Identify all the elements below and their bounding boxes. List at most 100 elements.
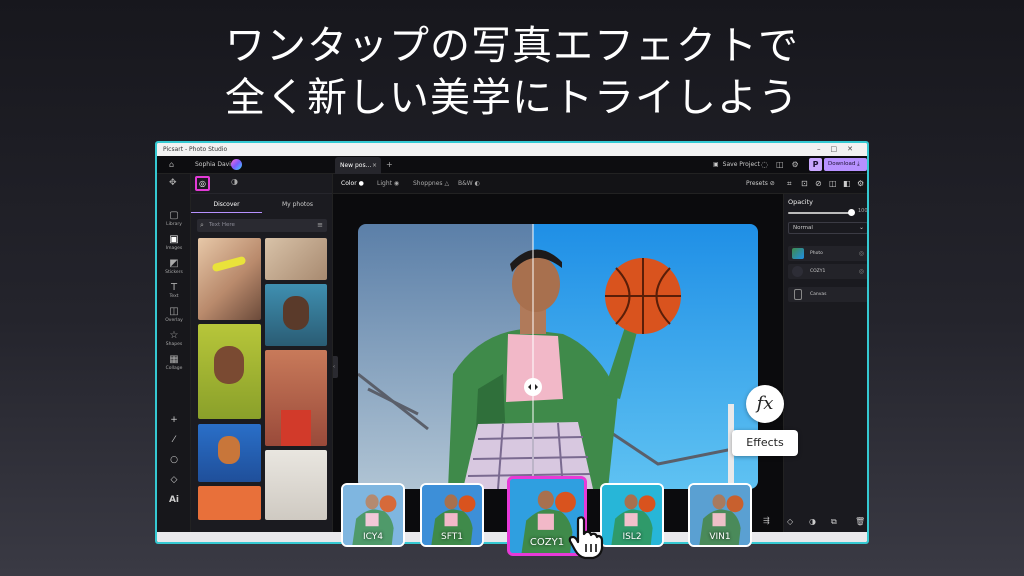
blend-mode-value: Normal bbox=[793, 225, 813, 231]
hand-pointer-icon bbox=[568, 516, 604, 560]
save-icon: ▣ bbox=[713, 161, 719, 168]
tab-discover[interactable]: Discover bbox=[191, 198, 262, 213]
headline-line-1: ワンタップの写真エフェクトで bbox=[225, 23, 799, 69]
option-bw[interactable]: B&W ◐ bbox=[458, 174, 480, 194]
layer-row-canvas[interactable]: Canvas bbox=[788, 287, 867, 302]
search-input[interactable]: ⌕ Text Here ≡ bbox=[197, 219, 327, 232]
window-controls[interactable]: –□✕ bbox=[817, 143, 863, 156]
trash-icon[interactable]: 🗑 bbox=[855, 512, 865, 532]
opacity-slider[interactable] bbox=[788, 212, 852, 214]
user-name: Sophia Davis bbox=[195, 161, 234, 168]
filter-icon[interactable]: ≡ bbox=[317, 219, 323, 232]
ai-images-button[interactable]: ◎ bbox=[195, 176, 210, 191]
effect-name: ISL2 bbox=[622, 532, 642, 542]
rail-tools: + ⁄ ○ ◇ Ai bbox=[157, 410, 191, 510]
rail-item-library[interactable]: ▢ Library bbox=[157, 210, 191, 228]
shape-tool-icon[interactable]: ○ bbox=[157, 450, 191, 470]
layer-label: Canvas bbox=[810, 292, 827, 297]
presets-button[interactable]: Presets ⊘ bbox=[746, 174, 775, 194]
layer-row-effect[interactable]: COZY1 ◎ bbox=[788, 264, 867, 279]
search-icon: ⌕ bbox=[200, 221, 204, 229]
duplicate-icon[interactable]: ◑ bbox=[809, 512, 816, 532]
collapse-panel-handle[interactable]: ‹ bbox=[333, 356, 338, 378]
stock-images-icon[interactable]: ◑ bbox=[231, 177, 238, 186]
option-label: Shoppnes bbox=[413, 180, 443, 187]
effect-thumbnail-isl2[interactable]: ISL2 bbox=[600, 483, 664, 547]
avatar[interactable] bbox=[231, 159, 242, 170]
rail-item-label: Overlay bbox=[165, 318, 183, 323]
brush-icon[interactable]: ⁄ bbox=[157, 430, 191, 450]
effect-thumbnail-icy4[interactable]: ICY4 bbox=[341, 483, 405, 547]
light-icon: ◉ bbox=[393, 180, 400, 187]
layer-label: Photo bbox=[810, 251, 823, 256]
library-thumbnail[interactable] bbox=[265, 238, 327, 280]
crop-icon[interactable]: ⌗ bbox=[787, 174, 792, 194]
library-thumbnail[interactable] bbox=[265, 284, 327, 346]
ai-tool-button[interactable]: Ai bbox=[157, 490, 191, 510]
settings-icon[interactable]: ⚙ bbox=[792, 160, 807, 169]
star-icon: ☆ bbox=[169, 330, 179, 341]
help-icon[interactable]: ◌ bbox=[761, 160, 776, 169]
library-thumbnail[interactable] bbox=[198, 324, 261, 419]
library-thumbnail[interactable] bbox=[198, 486, 261, 520]
adjust-icon[interactable]: ◧ bbox=[843, 174, 851, 194]
close-icon[interactable]: × bbox=[372, 157, 377, 174]
chat-icon[interactable]: ◫ bbox=[776, 160, 792, 169]
library-thumbnail[interactable] bbox=[198, 424, 261, 482]
window-titlebar: Picsart - Photo Studio –□✕ bbox=[157, 143, 867, 156]
blend-mode-select[interactable]: Normal ⌄ bbox=[788, 222, 867, 234]
option-color[interactable]: Color ● bbox=[341, 174, 364, 194]
rail-item-text[interactable]: T Text bbox=[157, 282, 191, 300]
option-shoppnes[interactable]: Shoppnes △ bbox=[413, 174, 449, 194]
library-thumbnail[interactable] bbox=[265, 350, 327, 446]
effect-thumbnail-sft1[interactable]: SFT1 bbox=[420, 483, 484, 547]
presets-label: Presets bbox=[746, 180, 768, 187]
opacity-slider-handle[interactable] bbox=[848, 209, 855, 216]
home-icon[interactable]: ⌂ bbox=[169, 156, 174, 174]
option-light[interactable]: Light ◉ bbox=[377, 174, 399, 194]
eye-icon[interactable]: ◎ bbox=[859, 246, 864, 261]
layer-row-photo[interactable]: Photo ◎ bbox=[788, 246, 867, 261]
save-project-button[interactable]: ▣ Save Project bbox=[713, 156, 760, 174]
rail-item-shapes[interactable]: ☆ Shapes bbox=[157, 330, 191, 348]
effects-button[interactable]: fx bbox=[746, 385, 784, 423]
presets-icon: ⊘ bbox=[769, 180, 775, 187]
copy-icon[interactable]: ⧉ bbox=[831, 512, 837, 532]
library-thumbnail[interactable] bbox=[198, 238, 261, 320]
library-panel: ◎ ◑ Discover My photos ⌕ Text Here ≡ bbox=[191, 174, 333, 542]
canvas-photo[interactable] bbox=[358, 224, 758, 489]
eraser-icon[interactable]: ◇ bbox=[157, 470, 191, 490]
more-icon[interactable]: ⚙ bbox=[857, 174, 864, 194]
tool-rail: ✥ ▢ Library ▣ Images ◩ Stickers T Text ◫… bbox=[157, 174, 191, 542]
headline-line-2: 全く新しい美学にトライしよう bbox=[225, 75, 799, 121]
option-label: B&W bbox=[458, 180, 473, 187]
search-placeholder: Text Here bbox=[209, 222, 235, 228]
rail-item-images[interactable]: ▣ Images bbox=[157, 234, 191, 252]
properties-toolbar: ⌗ ⊡ ⊘ ◫ ◧ ⚙ bbox=[783, 174, 867, 194]
flip-icon[interactable]: ⊘ bbox=[815, 174, 822, 194]
move-icon[interactable]: ✥ bbox=[169, 178, 177, 188]
rail-item-stickers[interactable]: ◩ Stickers bbox=[157, 258, 191, 276]
rail-item-overlay[interactable]: ◫ Overlay bbox=[157, 306, 191, 324]
layers-toggle-icon[interactable]: ⇶ bbox=[763, 516, 770, 525]
eye-icon[interactable]: ◎ bbox=[859, 264, 864, 279]
tab-my-photos[interactable]: My photos bbox=[262, 198, 333, 212]
layer-thumbnail bbox=[792, 248, 804, 259]
rail-item-collage[interactable]: ▦ Collage bbox=[157, 354, 191, 372]
transform-icon[interactable]: ⊡ bbox=[801, 174, 808, 194]
library-thumbnail[interactable] bbox=[265, 450, 327, 520]
rotate-icon[interactable]: ◫ bbox=[829, 174, 837, 194]
add-icon[interactable]: + bbox=[157, 410, 191, 430]
rail-item-label: Shapes bbox=[165, 342, 183, 347]
download-button[interactable]: Download ⤓ bbox=[824, 158, 867, 171]
effect-thumbnail-vin1[interactable]: VIN1 bbox=[688, 483, 752, 547]
folder-icon: ▢ bbox=[169, 210, 179, 221]
erase-icon[interactable]: ◇ bbox=[787, 512, 793, 532]
rail-item-label: Images bbox=[165, 246, 183, 251]
text-icon: T bbox=[170, 282, 178, 293]
plan-badge[interactable]: P bbox=[809, 158, 822, 171]
tab-new-post[interactable]: New pos... × bbox=[335, 157, 381, 174]
new-tab-button[interactable]: + bbox=[386, 156, 393, 174]
option-label: Light bbox=[377, 180, 392, 187]
window-title: Picsart - Photo Studio bbox=[163, 146, 228, 153]
